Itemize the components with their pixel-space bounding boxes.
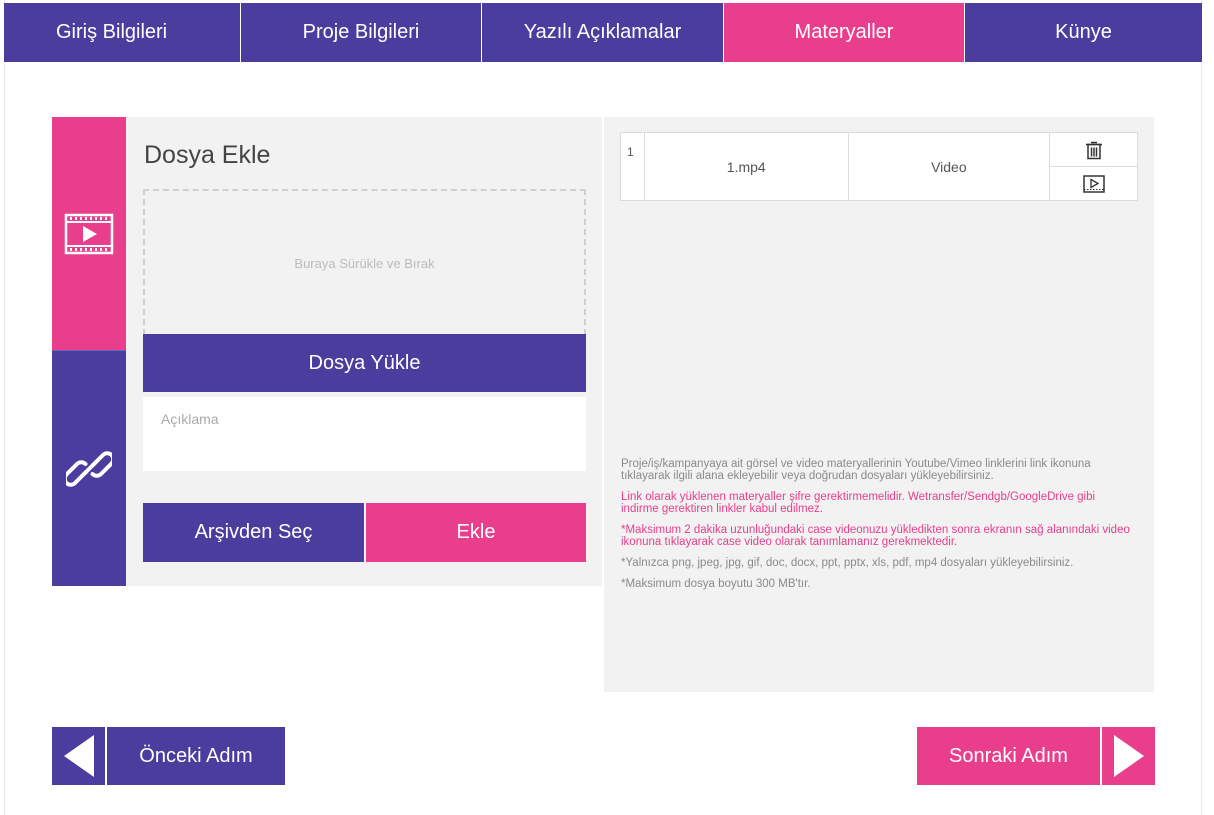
arrow-left-icon bbox=[52, 727, 105, 785]
chain-link-icon bbox=[66, 450, 112, 487]
file-name: 1.mp4 bbox=[643, 132, 849, 201]
video-type-button[interactable] bbox=[52, 117, 126, 350]
previous-step-button[interactable]: Önceki Adım bbox=[52, 727, 285, 785]
tab-proje-bilgileri[interactable]: Proje Bilgileri bbox=[241, 3, 482, 62]
step-tabs: Giriş Bilgileri Proje Bilgileri Yazılı A… bbox=[4, 3, 1202, 62]
material-type-selector bbox=[52, 117, 126, 586]
arrow-right-icon bbox=[1102, 727, 1155, 785]
set-case-video-button[interactable] bbox=[1050, 167, 1137, 200]
tab-giris-bilgileri[interactable]: Giriş Bilgileri bbox=[4, 3, 241, 62]
file-index: 1 bbox=[620, 132, 645, 201]
play-action-cell bbox=[1049, 166, 1138, 201]
files-table: 1 1.mp4 Video bbox=[620, 132, 1138, 201]
next-step-label: Sonraki Adım bbox=[917, 727, 1100, 785]
note-max-size: *Maksimum dosya boyutu 300 MB'tır. bbox=[621, 578, 811, 590]
note-general: Proje/iş/kampanyaya ait görsel ve video … bbox=[621, 458, 1091, 482]
tab-yazili-aciklamalar[interactable]: Yazılı Açıklamalar bbox=[482, 3, 724, 62]
materials-list-panel: 1 1.mp4 Video Proje/iş/kampanyaya ait gö… bbox=[604, 117, 1154, 692]
table-row: 1 1.mp4 Video bbox=[620, 132, 1138, 201]
delete-file-button[interactable] bbox=[1050, 133, 1137, 166]
link-type-button[interactable] bbox=[52, 350, 126, 586]
note-file-types: *Yalnızca png, jpeg, jpg, gif, doc, docx… bbox=[621, 557, 1074, 569]
add-file-panel: Dosya Ekle Buraya Sürükle ve Bırak Dosya… bbox=[126, 117, 602, 586]
dropzone-hint: Buraya Sürükle ve Bırak bbox=[294, 255, 435, 271]
previous-step-label: Önceki Adım bbox=[107, 727, 285, 785]
note-link-warning: Link olarak yüklenen materyaller şifre g… bbox=[621, 491, 1096, 515]
tab-materyaller[interactable]: Materyaller bbox=[724, 3, 965, 62]
video-film-icon bbox=[64, 213, 114, 254]
file-type: Video bbox=[847, 132, 1051, 201]
next-step-button[interactable]: Sonraki Adım bbox=[917, 727, 1155, 785]
note-case-video: *Maksimum 2 dakika uzunluğundaki case vi… bbox=[621, 524, 1130, 548]
select-from-archive-button[interactable]: Arşivden Seç bbox=[143, 503, 364, 562]
play-video-icon bbox=[1082, 174, 1105, 193]
tab-kunye[interactable]: Künye bbox=[965, 3, 1202, 62]
upload-notes: Proje/iş/kampanyaya ait görsel ve video … bbox=[621, 458, 1131, 599]
upload-file-button[interactable]: Dosya Yükle bbox=[143, 334, 586, 392]
panel-title: Dosya Ekle bbox=[144, 141, 271, 169]
add-button[interactable]: Ekle bbox=[366, 503, 586, 562]
description-field[interactable] bbox=[143, 397, 586, 471]
file-dropzone[interactable]: Buraya Sürükle ve Bırak bbox=[143, 189, 586, 335]
delete-action-cell bbox=[1049, 132, 1138, 167]
trash-icon bbox=[1085, 141, 1102, 159]
